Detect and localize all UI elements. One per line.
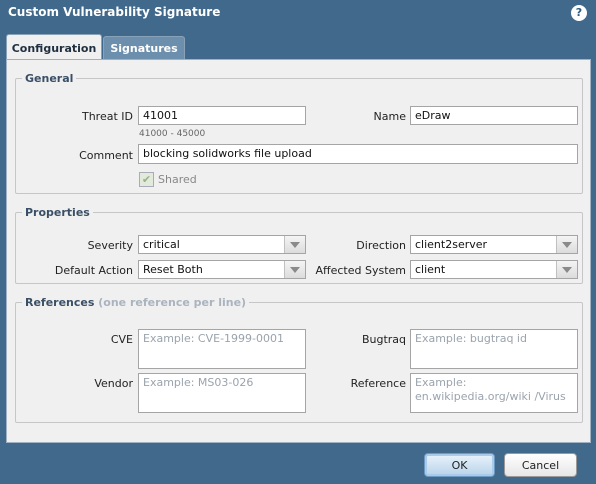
direction-value: client2server xyxy=(415,238,488,251)
shared-label: Shared xyxy=(158,173,197,186)
shared-checkbox[interactable]: ✔ xyxy=(139,172,154,187)
references-legend-title: References xyxy=(25,296,95,309)
references-legend: References (one reference per line) xyxy=(22,296,249,309)
general-section: General Threat ID 41001 41000 - 45000 Na… xyxy=(15,72,583,194)
title-bar: Custom Vulnerability Signature ? xyxy=(0,0,596,26)
name-input[interactable]: eDraw xyxy=(410,106,578,125)
name-label: Name xyxy=(373,110,406,123)
comment-label: Comment xyxy=(79,149,133,162)
threat-id-label: Threat ID xyxy=(81,110,133,123)
general-legend: General xyxy=(25,72,74,85)
shared-row: ✔ Shared xyxy=(139,172,197,187)
affected-system-dropdown-icon[interactable] xyxy=(556,261,577,278)
dialog-title: Custom Vulnerability Signature xyxy=(8,5,221,19)
properties-legend: Properties xyxy=(25,206,90,219)
bugtraq-label: Bugtraq xyxy=(361,333,406,346)
severity-label: Severity xyxy=(87,239,133,252)
direction-label: Direction xyxy=(356,239,406,252)
ok-button[interactable]: OK xyxy=(424,453,495,477)
default-action-dropdown-icon[interactable] xyxy=(284,261,305,278)
cve-label: CVE xyxy=(110,333,133,346)
cve-textarea[interactable]: Example: CVE-1999-0001 xyxy=(138,329,306,369)
direction-select[interactable]: client2server xyxy=(410,235,578,254)
affected-system-value: client xyxy=(415,263,446,276)
severity-dropdown-icon[interactable] xyxy=(284,236,305,253)
threat-id-range-hint: 41000 - 45000 xyxy=(139,129,206,139)
bugtraq-textarea[interactable]: Example: bugtraq id xyxy=(410,329,578,369)
vendor-textarea[interactable]: Example: MS03-026 xyxy=(138,373,306,413)
properties-section: Properties Severity critical Direction c… xyxy=(15,206,583,284)
affected-system-label: Affected System xyxy=(315,264,407,277)
configuration-panel: General Threat ID 41001 41000 - 45000 Na… xyxy=(6,59,591,443)
default-action-label: Default Action xyxy=(54,264,133,277)
references-section: References (one reference per line) CVE … xyxy=(15,296,583,423)
custom-vulnerability-signature-dialog: Custom Vulnerability Signature ? Configu… xyxy=(0,0,596,484)
affected-system-select[interactable]: client xyxy=(410,260,578,279)
severity-select[interactable]: critical xyxy=(138,235,306,254)
reference-textarea[interactable]: Example: en.wikipedia.org/wiki /Virus xyxy=(410,373,578,413)
cancel-button[interactable]: Cancel xyxy=(504,453,577,477)
comment-input[interactable]: blocking solidworks file upload xyxy=(138,144,578,164)
reference-label: Reference xyxy=(350,377,406,390)
severity-value: critical xyxy=(143,238,180,251)
threat-id-input[interactable]: 41001 xyxy=(138,106,306,125)
direction-dropdown-icon[interactable] xyxy=(556,236,577,253)
default-action-value: Reset Both xyxy=(143,263,203,276)
tab-signatures[interactable]: Signatures xyxy=(103,36,185,60)
references-legend-hint: (one reference per line) xyxy=(98,296,247,309)
vendor-label: Vendor xyxy=(94,377,133,390)
tab-configuration[interactable]: Configuration xyxy=(6,34,102,61)
help-icon[interactable]: ? xyxy=(571,5,587,21)
default-action-select[interactable]: Reset Both xyxy=(138,260,306,279)
